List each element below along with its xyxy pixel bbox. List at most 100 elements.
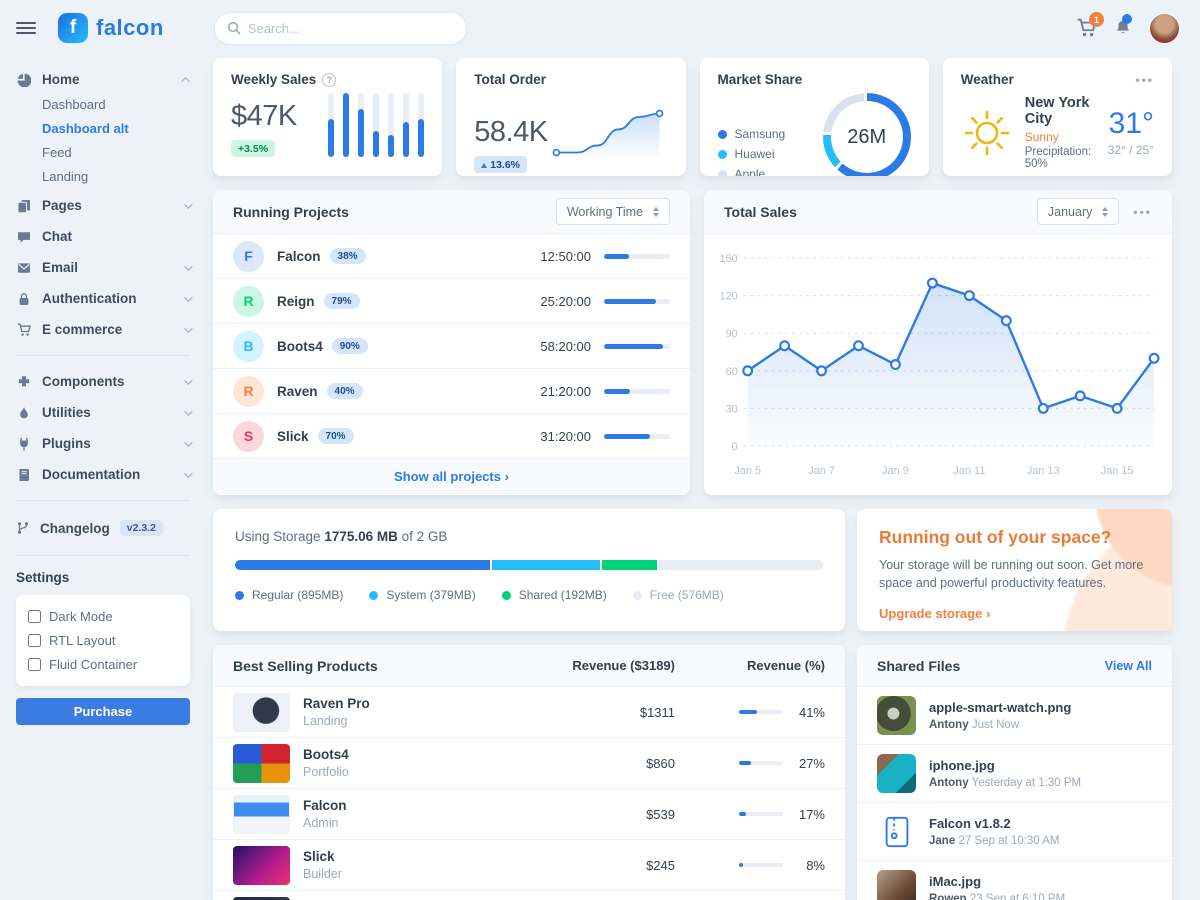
sidebar-subitem-dashboard[interactable]: Dashboard: [42, 97, 190, 112]
sidebar-item-documentation[interactable]: Documentation: [16, 459, 190, 490]
brand-logo[interactable]: f falcon: [58, 13, 164, 43]
project-time: 21:20:00: [540, 384, 591, 399]
storage-legend: Regular (895MB) System (379MB) Shared (1…: [235, 588, 823, 602]
product-pct: 27%: [793, 756, 825, 771]
project-row[interactable]: B Boots4 90% 58:20:00: [213, 324, 690, 369]
ecommerce-cart-icon: [16, 323, 32, 337]
ellipsis-menu-icon[interactable]: •••: [1135, 73, 1154, 87]
progress-bar: [739, 710, 783, 714]
progress-bar: [604, 434, 670, 439]
project-row[interactable]: F Falcon 38% 12:50:00: [213, 234, 690, 279]
falcon-logo-icon: f: [58, 13, 88, 43]
sidebar-item-label: E commerce: [42, 322, 174, 337]
product-thumbnail: [233, 846, 290, 885]
sidebar-item-ecommerce[interactable]: E commerce: [16, 314, 190, 345]
hamburger-menu-icon[interactable]: [16, 22, 36, 34]
storage-segment: [492, 560, 600, 570]
month-select[interactable]: January: [1037, 198, 1119, 225]
rtl-layout-checkbox[interactable]: [28, 634, 41, 647]
weather-range: 32° / 25°: [1108, 143, 1154, 157]
pages-icon: [16, 199, 32, 213]
total-sales-card: Total Sales January ••• 0306090120150Jan…: [704, 190, 1172, 495]
market-share-card: Market Share Samsung Huawei Apple 26M: [700, 58, 929, 176]
file-item[interactable]: iphone.jpg Antony Yesterday at 1:30 PM: [857, 744, 1172, 802]
topbar: f falcon 1: [0, 0, 1200, 56]
product-category-link[interactable]: Portfolio: [303, 765, 349, 779]
product-row[interactable]: Boots4 Portfolio $860 27%: [213, 738, 845, 789]
file-item[interactable]: apple-smart-watch.png Antony Just Now: [857, 687, 1172, 744]
fluid-container-toggle[interactable]: Fluid Container: [28, 657, 178, 672]
product-category-link[interactable]: Builder: [303, 867, 342, 881]
storage-segment: [659, 560, 823, 570]
search-box[interactable]: [214, 12, 467, 45]
sidebar-subitem-feed[interactable]: Feed: [42, 145, 190, 160]
svg-text:30: 30: [726, 403, 738, 415]
legend-dot: [235, 591, 244, 600]
fluid-container-checkbox[interactable]: [28, 658, 41, 671]
product-row[interactable]: [213, 891, 845, 900]
upgrade-storage-link[interactable]: Upgrade storage ›: [879, 606, 990, 621]
chevron-right-icon: ›: [505, 469, 509, 484]
view-all-link[interactable]: View All: [1105, 659, 1152, 673]
upgrade-space-card: Running out of your space? Your storage …: [857, 509, 1172, 631]
product-row[interactable]: Falcon Admin $539 17%: [213, 789, 845, 840]
sidebar-item-label: Plugins: [42, 436, 174, 451]
cart-icon[interactable]: 1: [1076, 18, 1097, 38]
sidebar-item-plugins[interactable]: Plugins: [16, 428, 190, 459]
product-row[interactable]: Slick Builder $245 8%: [213, 840, 845, 891]
project-avatar: S: [233, 421, 264, 452]
settings-heading: Settings: [16, 570, 190, 585]
dark-mode-checkbox[interactable]: [28, 610, 41, 623]
ellipsis-menu-icon[interactable]: •••: [1133, 205, 1152, 219]
promo-title: Running out of your space?: [879, 527, 1150, 548]
search-input[interactable]: [248, 21, 448, 36]
file-item[interactable]: Falcon v1.8.2 Jane 27 Sep at 10:30 AM: [857, 802, 1172, 860]
project-row[interactable]: S Slick 70% 31:20:00: [213, 414, 690, 459]
sidebar-item-pages[interactable]: Pages: [16, 190, 190, 221]
dark-mode-toggle[interactable]: Dark Mode: [28, 609, 178, 624]
sun-icon: [961, 107, 1013, 159]
product-category-link[interactable]: Admin: [303, 816, 347, 830]
legend-dot: [633, 591, 642, 600]
sidebar-item-utilities[interactable]: Utilities: [16, 397, 190, 428]
project-progress-badge: 70%: [318, 428, 354, 444]
file-item[interactable]: iMac.jpg Rowen 23 Sep at 6:10 PM: [857, 860, 1172, 900]
product-row[interactable]: Raven Pro Landing $1311 41%: [213, 687, 845, 738]
avatar[interactable]: [1149, 13, 1180, 44]
product-thumbnail: [233, 693, 290, 732]
rtl-layout-toggle[interactable]: RTL Layout: [28, 633, 178, 648]
file-list: apple-smart-watch.png Antony Just Now ip…: [857, 687, 1172, 900]
chevron-down-icon: [184, 262, 192, 270]
sidebar-item-changelog[interactable]: Changelog v2.3.2: [16, 511, 190, 545]
email-icon: [16, 261, 32, 275]
file-zip-icon: [877, 812, 916, 851]
sidebar-divider: [16, 355, 190, 356]
product-revenue: $245: [555, 858, 675, 873]
sidebar-item-components[interactable]: Components: [16, 366, 190, 397]
project-progress-badge: 90%: [332, 338, 368, 354]
sidebar-subitem-dashboard-alt[interactable]: Dashboard alt: [42, 121, 190, 136]
help-icon[interactable]: ?: [322, 73, 336, 87]
product-category-link[interactable]: Landing: [303, 714, 370, 728]
project-row[interactable]: R Raven 40% 21:20:00: [213, 369, 690, 414]
project-time: 25:20:00: [540, 294, 591, 309]
total-sales-line-chart: 0306090120150Jan 5Jan 7Jan 9Jan 11Jan 13…: [704, 234, 1172, 494]
sidebar-item-chat[interactable]: Chat: [16, 221, 190, 252]
market-share-legend: Samsung Huawei Apple: [718, 127, 786, 176]
show-all-projects-link[interactable]: Show all projects ›: [394, 469, 509, 484]
legend-dot: [369, 591, 378, 600]
sidebar-item-label: Home: [42, 72, 174, 87]
working-time-select[interactable]: Working Time: [556, 198, 670, 225]
file-thumbnail: [877, 696, 916, 735]
sidebar-subitem-landing[interactable]: Landing: [42, 169, 190, 184]
sidebar-item-label: Documentation: [42, 467, 174, 482]
weather-card: Weather ••• New York City Sunny Precipit…: [943, 58, 1172, 176]
purchase-button[interactable]: Purchase: [16, 698, 190, 725]
notification-bell-icon[interactable]: [1113, 18, 1133, 38]
sidebar-item-email[interactable]: Email: [16, 252, 190, 283]
sidebar-item-authentication[interactable]: Authentication: [16, 283, 190, 314]
sidebar-item-home[interactable]: Home: [16, 64, 190, 95]
documentation-book-icon: [16, 468, 32, 482]
project-row[interactable]: R Reign 79% 25:20:00: [213, 279, 690, 324]
settings-panel: Dark Mode RTL Layout Fluid Container: [16, 595, 190, 686]
